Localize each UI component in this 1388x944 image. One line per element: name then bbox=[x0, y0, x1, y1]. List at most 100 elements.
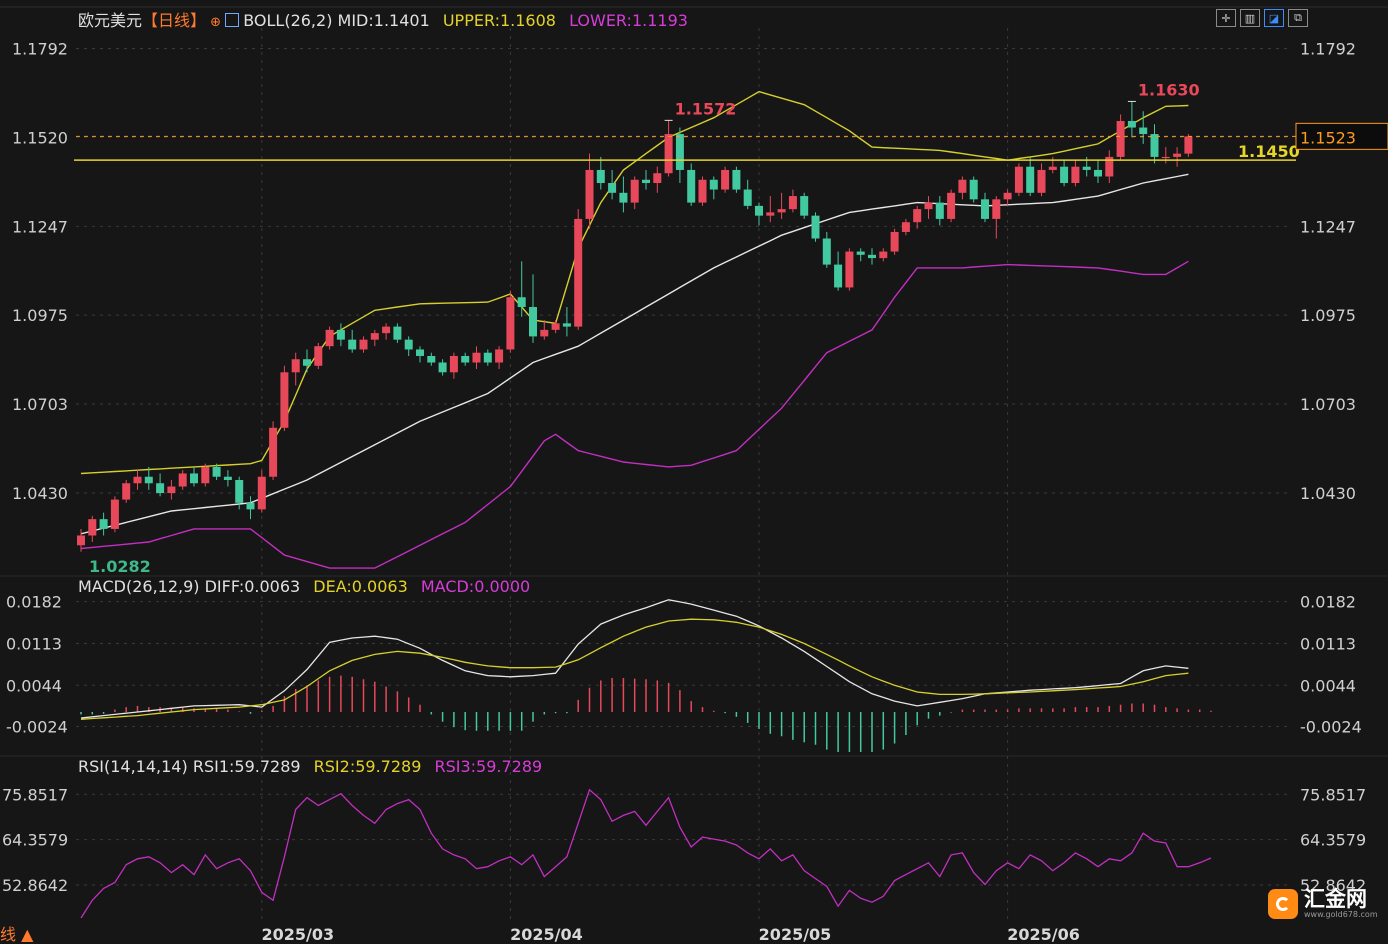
candle-body bbox=[551, 323, 560, 330]
y-tick-left: 1.1247 bbox=[12, 217, 68, 236]
rsi-tick-left: 75.8517 bbox=[2, 785, 68, 804]
candle-body bbox=[709, 179, 718, 190]
candle-body bbox=[1184, 136, 1193, 154]
candle-body bbox=[1003, 192, 1012, 200]
candle-body bbox=[269, 427, 278, 477]
macd-tick-left: 0.0182 bbox=[6, 593, 62, 612]
fullscreen-icon[interactable]: ⧉ bbox=[1288, 9, 1308, 27]
y-tick-left: 1.0703 bbox=[12, 395, 68, 414]
candle-body bbox=[449, 355, 458, 373]
candle-body bbox=[1173, 153, 1182, 157]
boll-mid: MID:1.1401 bbox=[337, 11, 430, 30]
y-tick-left: 1.1792 bbox=[12, 40, 68, 59]
candle-body bbox=[608, 183, 617, 193]
candle-body bbox=[562, 323, 571, 327]
y-tick-right: 1.1792 bbox=[1300, 40, 1356, 59]
y-tick-right: 1.0703 bbox=[1300, 395, 1356, 414]
horizontal-level-label: 1.1450 bbox=[1238, 142, 1300, 161]
candle-body bbox=[675, 134, 684, 170]
boll-lower-line bbox=[80, 260, 1189, 569]
candle-body bbox=[246, 502, 255, 510]
candle-body bbox=[596, 169, 605, 184]
boll-mid-line bbox=[80, 173, 1189, 535]
candle-body bbox=[698, 179, 707, 203]
macd-dea: DEA:0.0063 bbox=[313, 577, 408, 596]
macd-tick-right: -0.0024 bbox=[1300, 718, 1362, 737]
y-tick-right: 1.1247 bbox=[1300, 217, 1356, 236]
candle-body bbox=[280, 372, 289, 428]
candle-body bbox=[1161, 156, 1170, 159]
period-high-label: 1.1572 bbox=[675, 99, 737, 118]
candle-body bbox=[314, 346, 323, 366]
macd-tick-right: 0.0113 bbox=[1300, 634, 1356, 653]
period-low-label: 1.0282 bbox=[89, 557, 151, 576]
boll-bands bbox=[80, 90, 1189, 569]
bottom-left-label[interactable]: 线 ▲ bbox=[0, 926, 33, 944]
candle-body bbox=[901, 222, 910, 232]
macd-diff: DIFF:0.0063 bbox=[204, 577, 301, 596]
candle-body bbox=[924, 202, 933, 210]
candle-body bbox=[1139, 127, 1148, 135]
candle-body bbox=[167, 486, 176, 494]
last-price-value: 1.1523 bbox=[1300, 128, 1356, 147]
candle-body bbox=[303, 359, 311, 366]
candle-body bbox=[1026, 166, 1035, 193]
candle-body bbox=[1071, 166, 1080, 184]
candles-icon[interactable]: ▥ bbox=[1240, 9, 1260, 27]
rsi-panel bbox=[80, 788, 1212, 919]
candle-body bbox=[359, 339, 368, 350]
candle-body bbox=[664, 134, 673, 174]
candle-body bbox=[766, 212, 775, 216]
candle-body bbox=[223, 476, 232, 480]
chart-canvas: 1.17921.17921.15201.15201.12471.12471.09… bbox=[0, 6, 1388, 944]
candle-body bbox=[800, 196, 809, 216]
candle-body bbox=[144, 476, 153, 484]
price-annotations: 1.14501.1523 1.1572 1.1630 1.0282 bbox=[74, 80, 1388, 576]
candle-body bbox=[1060, 166, 1069, 184]
candle-body bbox=[483, 352, 492, 363]
candle-body bbox=[1014, 166, 1023, 193]
candle-body bbox=[755, 205, 763, 216]
candle-body bbox=[913, 209, 922, 223]
main-header: 欧元美元【日线】 ⊕ BOLL(26,2) MID:1.1401 UPPER:1… bbox=[78, 12, 688, 32]
candle-body bbox=[416, 349, 424, 356]
macd-tick-left: 0.0044 bbox=[6, 676, 62, 695]
brand-logo-icon bbox=[1268, 888, 1298, 919]
candle-body bbox=[427, 355, 436, 363]
macd-tick-right: 0.0044 bbox=[1300, 676, 1356, 695]
candle-body bbox=[1082, 166, 1091, 170]
pair-name: 欧元美元 bbox=[78, 11, 143, 30]
candle-body bbox=[393, 326, 402, 340]
candle-body bbox=[845, 251, 854, 288]
candle-body bbox=[788, 196, 797, 210]
crosshair-icon[interactable]: ✛ bbox=[1216, 9, 1236, 27]
rsi-tick-left: 64.3579 bbox=[2, 831, 68, 850]
line-mode-icon[interactable]: ◪ bbox=[1264, 9, 1284, 27]
indicator-icon[interactable] bbox=[225, 13, 240, 27]
macd-name[interactable]: MACD(26,12,9) bbox=[78, 577, 200, 596]
macd-tick-left: 0.0113 bbox=[6, 634, 62, 653]
brand-url: www.gold678.com bbox=[1304, 910, 1378, 919]
y-tick-right: 1.0975 bbox=[1300, 306, 1356, 325]
candle-body bbox=[461, 355, 470, 363]
candle-body bbox=[642, 179, 650, 184]
candle-body bbox=[969, 179, 978, 200]
rsi-name[interactable]: RSI(14,14,14) bbox=[78, 757, 188, 776]
boll-upper-line bbox=[80, 90, 1189, 475]
rsi-3: RSI3:59.7289 bbox=[434, 757, 543, 776]
macd-value: MACD:0.0000 bbox=[420, 577, 531, 596]
candle-body bbox=[190, 473, 198, 484]
candle-body bbox=[1048, 166, 1057, 170]
candle-body bbox=[585, 169, 594, 219]
candle-body bbox=[517, 297, 526, 308]
period-switch-icon[interactable]: ⊕ bbox=[206, 15, 225, 30]
candle-body bbox=[88, 519, 97, 536]
y-tick-left: 1.0430 bbox=[12, 484, 68, 503]
candle-body bbox=[110, 499, 119, 529]
candle-body bbox=[257, 476, 266, 510]
period-label[interactable]: 【日线】 bbox=[142, 11, 206, 30]
boll-name[interactable]: BOLL(26,2) bbox=[243, 11, 332, 30]
candle-body bbox=[777, 209, 786, 213]
candle-body bbox=[291, 359, 300, 373]
rsi-tick-right: 75.8517 bbox=[1300, 785, 1366, 804]
